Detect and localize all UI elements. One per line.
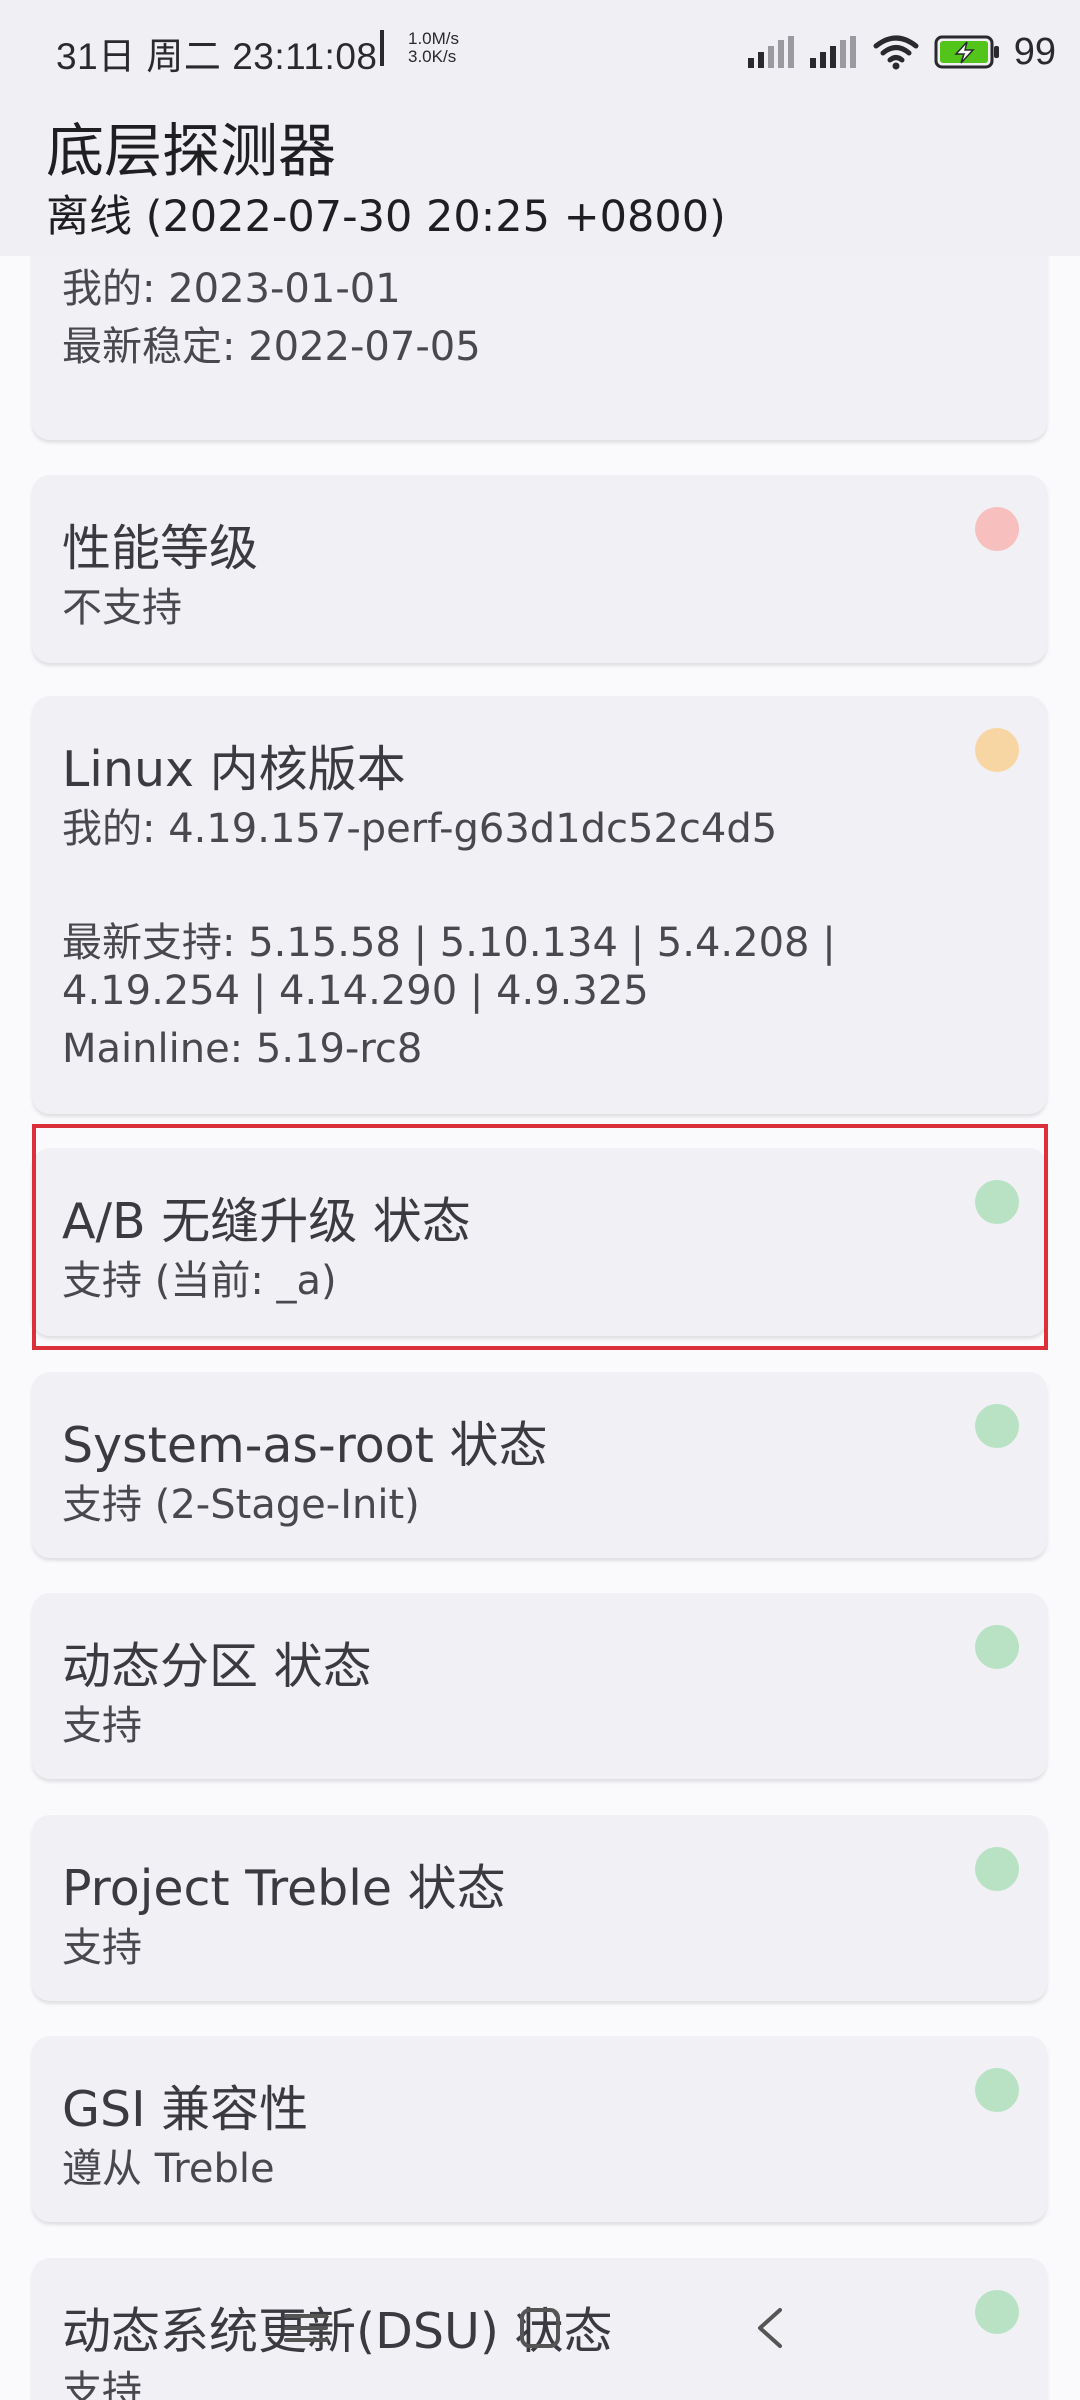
- battery-charging-icon: [934, 35, 999, 69]
- status-indicator-green: [975, 2068, 1019, 2112]
- status-separator: [380, 30, 384, 66]
- back-icon[interactable]: [752, 2304, 788, 2352]
- app-bar: 底层探测器 离线 (2022-07-30 20:25 +0800): [0, 104, 1080, 256]
- card-title: System-as-root 状态: [62, 1417, 548, 1474]
- cell-signal-icon: [747, 36, 794, 68]
- card-value: 支持 (2-Stage-Init): [62, 1482, 420, 1528]
- card-dynamic-partitions[interactable]: 动态分区 状态 支持: [32, 1593, 1047, 1779]
- status-indicator-red: [975, 507, 1019, 551]
- kernel-latest-line1: 最新支持: 5.15.58 | 5.10.134 | 5.4.208 |: [62, 920, 836, 966]
- page-subtitle: 离线 (2022-07-30 20:25 +0800): [46, 192, 726, 242]
- kernel-latest-line2: 4.19.254 | 4.14.290 | 4.9.325: [62, 968, 649, 1014]
- card-title: 动态分区 状态: [62, 1638, 372, 1695]
- card-value: 不支持: [62, 585, 182, 631]
- card-title: 性能等级: [62, 520, 259, 577]
- menu-icon[interactable]: [282, 2308, 330, 2348]
- content-list[interactable]: 我的: 2023-01-01 最新稳定: 2022-07-05 性能等级 不支持…: [0, 256, 1080, 2400]
- battery-level: 99: [1013, 30, 1056, 73]
- status-indicator-green: [975, 1847, 1019, 1891]
- status-icons: 99: [747, 28, 1056, 76]
- navigation-bar: [0, 2278, 1080, 2400]
- card-title: GSI 兼容性: [62, 2081, 309, 2138]
- card-performance-level[interactable]: 性能等级 不支持: [32, 475, 1047, 663]
- network-speed: 1.0M/s 3.0K/s: [408, 30, 459, 66]
- page-title: 底层探测器: [46, 117, 337, 185]
- selection-highlight: [32, 1124, 1048, 1350]
- card-security-patch[interactable]: 我的: 2023-01-01 最新稳定: 2022-07-05: [32, 256, 1047, 440]
- wifi-icon: [873, 35, 919, 70]
- status-bar: 31日 周二 23:11:08 1.0M/s 3.0K/s 99: [0, 0, 1080, 104]
- security-patch-latest: 最新稳定: 2022-07-05: [62, 324, 481, 370]
- kernel-mine: 我的: 4.19.157-perf-g63d1dc52c4d5: [62, 806, 778, 852]
- card-linux-kernel[interactable]: Linux 内核版本 我的: 4.19.157-perf-g63d1dc52c4…: [32, 696, 1047, 1114]
- card-system-as-root[interactable]: System-as-root 状态 支持 (2-Stage-Init): [32, 1372, 1047, 1558]
- card-title: Linux 内核版本: [62, 741, 406, 798]
- status-indicator-green: [975, 1404, 1019, 1448]
- status-indicator-orange: [975, 728, 1019, 772]
- card-gsi-compatibility[interactable]: GSI 兼容性 遵从 Treble: [32, 2036, 1047, 2222]
- status-indicator-green: [975, 1625, 1019, 1669]
- kernel-mainline: Mainline: 5.19-rc8: [62, 1026, 423, 1072]
- cell-signal-icon-2: [809, 36, 856, 68]
- network-speed-down: 3.0K/s: [408, 47, 457, 66]
- card-value: 支持: [62, 1703, 142, 1749]
- security-patch-mine: 我的: 2023-01-01: [62, 266, 401, 312]
- status-time: 31日 周二 23:11:08: [56, 36, 378, 77]
- home-icon[interactable]: [518, 2306, 562, 2350]
- card-value: 支持: [62, 1925, 142, 1971]
- card-project-treble[interactable]: Project Treble 状态 支持: [32, 1815, 1047, 2001]
- network-speed-up: 1.0M/s: [408, 29, 460, 48]
- card-title: Project Treble 状态: [62, 1860, 506, 1917]
- card-value: 遵从 Treble: [62, 2146, 275, 2192]
